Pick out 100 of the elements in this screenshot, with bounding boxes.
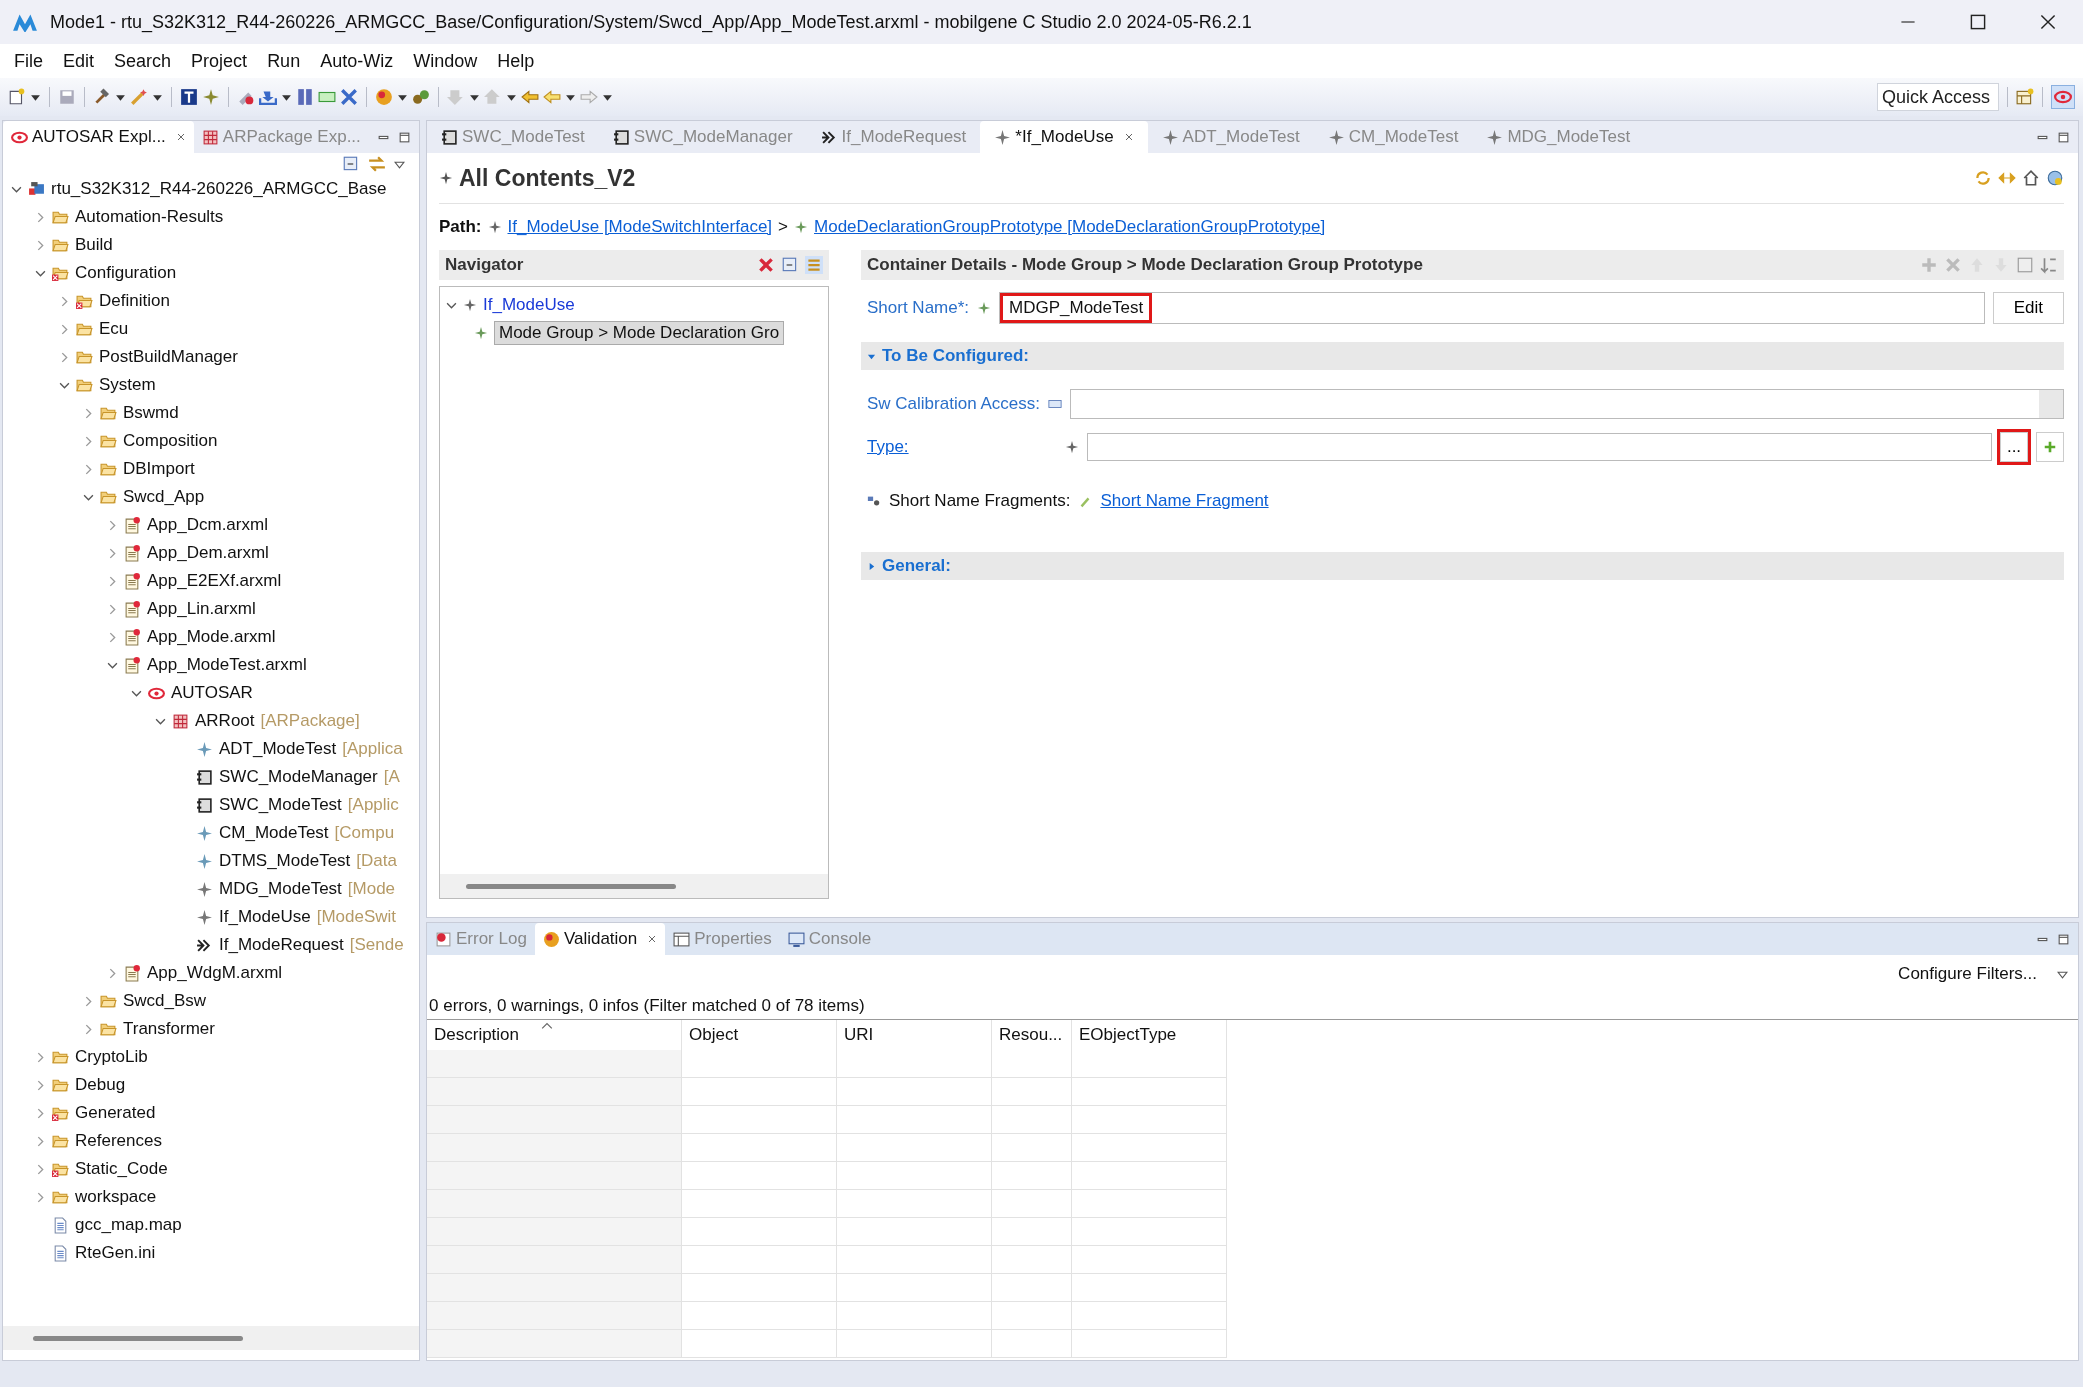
maximize-icon[interactable]	[398, 130, 411, 144]
chevron-right-icon[interactable]	[35, 1051, 46, 1063]
column-header[interactable]: Object	[682, 1020, 837, 1050]
scrollbar-thumb[interactable]	[466, 883, 676, 889]
chevron-right-icon[interactable]	[83, 407, 94, 419]
chevron-right-icon[interactable]	[59, 295, 70, 307]
columns-icon[interactable]	[296, 88, 314, 106]
maximize-icon[interactable]	[2057, 932, 2070, 946]
section-bar[interactable]: General:	[861, 552, 2064, 580]
tree-item[interactable]: App_ModeTest.arxml	[147, 655, 307, 675]
chevron-right-icon[interactable]	[35, 1107, 46, 1119]
menu-item[interactable]: Help	[487, 50, 545, 72]
edit-button[interactable]: Edit	[1992, 292, 2064, 324]
tree-item[interactable]: Generated	[75, 1103, 156, 1123]
wand-icon[interactable]	[130, 88, 148, 106]
tree-item[interactable]: Bswmd	[123, 403, 179, 423]
letter-square-icon[interactable]	[180, 88, 198, 106]
menu-item[interactable]: Search	[104, 50, 182, 72]
tree-item[interactable]: App_WdgM.arxml	[147, 963, 283, 983]
tree-item[interactable]: CM_ModeTest	[219, 823, 329, 843]
browse-button[interactable]: ...	[2000, 431, 2028, 462]
tree-item[interactable]: RteGen.ini	[75, 1243, 156, 1263]
menu-item[interactable]: File	[4, 50, 53, 72]
tree-item[interactable]: Automation-Results	[75, 207, 224, 227]
tree-item[interactable]: Transformer	[123, 1019, 215, 1039]
column-header[interactable]: Resou...	[992, 1020, 1072, 1050]
tree-item[interactable]: AUTOSAR	[171, 683, 253, 703]
chevron-right-icon[interactable]	[107, 519, 118, 531]
view-tab[interactable]: AUTOSAR Expl...	[3, 121, 194, 153]
tree-item[interactable]: Configuration	[75, 263, 177, 283]
tree-item[interactable]: Ecu	[99, 319, 129, 339]
chevron-right-icon[interactable]	[35, 1191, 46, 1203]
navigator-item[interactable]: If_ModeUse	[483, 295, 575, 315]
tree-item[interactable]: SWC_ModeManager	[219, 767, 378, 787]
back-arrow-icon[interactable]	[521, 88, 539, 106]
tree-item[interactable]: System	[99, 375, 156, 395]
refresh-icon[interactable]	[1974, 169, 1992, 187]
tree-item[interactable]: App_Lin.arxml	[147, 599, 256, 619]
tree-item[interactable]: PostBuildManager	[99, 347, 238, 367]
tree-item[interactable]: Swcd_Bsw	[123, 991, 207, 1011]
chevron-right-icon[interactable]	[107, 575, 118, 587]
tree-item[interactable]: gcc_map.map	[75, 1215, 182, 1235]
scrollbar-thumb[interactable]	[33, 1335, 243, 1341]
chevron-right-icon[interactable]	[59, 351, 70, 363]
tree-item[interactable]: App_E2EXf.arxml	[147, 571, 282, 591]
add-button[interactable]	[2036, 431, 2064, 462]
tree-item[interactable]: Composition	[123, 431, 218, 451]
chevron-right-icon[interactable]	[107, 631, 118, 643]
tree-item[interactable]: SWC_ModeTest	[219, 795, 342, 815]
tree-item[interactable]: Static_Code	[75, 1159, 168, 1179]
chevron-right-icon[interactable]	[35, 239, 46, 251]
tree-item[interactable]: App_Dem.arxml	[147, 543, 269, 563]
menu-item[interactable]: Auto-Wiz	[310, 50, 404, 72]
menu-item[interactable]: Edit	[53, 50, 105, 72]
collapse-all-icon[interactable]	[342, 155, 360, 173]
menu-item[interactable]: Project	[181, 50, 258, 72]
collapse-all-icon[interactable]	[781, 256, 799, 274]
tree-item[interactable]: rtu_S32K312_R44-260226_ARMGCC_Base	[51, 179, 387, 199]
quick-access-field[interactable]: Quick Access	[1877, 83, 1999, 111]
chevron-right-icon[interactable]	[35, 1135, 46, 1147]
hammer-icon[interactable]	[93, 88, 111, 106]
sort-icon[interactable]	[2040, 256, 2058, 274]
tree-item[interactable]: Build	[75, 235, 113, 255]
tree-item[interactable]: ADT_ModeTest	[219, 739, 337, 759]
section-bar[interactable]: To Be Configured:	[861, 342, 2064, 370]
fragment-link[interactable]: Short Name Fragment	[1100, 491, 1269, 511]
menu-item[interactable]: Run	[257, 50, 311, 72]
new-file-icon[interactable]	[8, 88, 26, 106]
tree-item[interactable]: DTMS_ModeTest	[219, 851, 351, 871]
tree-item[interactable]: References	[75, 1131, 162, 1151]
chevron-right-icon[interactable]	[83, 463, 94, 475]
warning-icon[interactable]	[375, 88, 393, 106]
tree-item[interactable]: DBImport	[123, 459, 195, 479]
tree-item[interactable]: App_Mode.arxml	[147, 627, 276, 647]
swap-arrows-icon[interactable]	[368, 155, 386, 173]
chevron-right-icon[interactable]	[107, 603, 118, 615]
column-header[interactable]: EObjectType	[1072, 1020, 1227, 1050]
type-field[interactable]	[1087, 432, 1992, 461]
table-plus-icon[interactable]	[2016, 88, 2034, 106]
menu-item[interactable]: Window	[403, 50, 488, 72]
chevron-right-icon[interactable]	[59, 323, 70, 335]
tree-item[interactable]: workspace	[75, 1187, 157, 1207]
chevron-right-icon[interactable]	[83, 1023, 94, 1035]
tree-item[interactable]: If_ModeUse	[219, 907, 311, 927]
tree-item[interactable]: MDG_ModeTest	[219, 879, 342, 899]
chevron-right-icon[interactable]	[107, 547, 118, 559]
view-tab[interactable]: Validation	[534, 923, 666, 955]
chevron-right-icon[interactable]	[83, 995, 94, 1007]
field-link[interactable]: Type:	[867, 436, 1057, 457]
tree-item[interactable]: If_ModeRequest	[219, 935, 344, 955]
save-icon[interactable]	[58, 88, 76, 106]
tree-item[interactable]: Definition	[99, 291, 170, 311]
chevron-right-icon[interactable]	[107, 967, 118, 979]
tree-item[interactable]: Debug	[75, 1075, 126, 1095]
tree-item[interactable]: App_Dcm.arxml	[147, 515, 268, 535]
column-header[interactable]: URI	[837, 1020, 992, 1050]
editor-tab[interactable]: *If_ModeUse	[980, 121, 1148, 153]
path-link[interactable]: ModeDeclarationGroupPrototype [ModeDeclarationGroupPrototype]	[814, 217, 1326, 237]
path-link[interactable]: If_ModeUse [ModeSwitchInterface]	[507, 217, 773, 237]
maximize-icon[interactable]	[2057, 130, 2070, 144]
